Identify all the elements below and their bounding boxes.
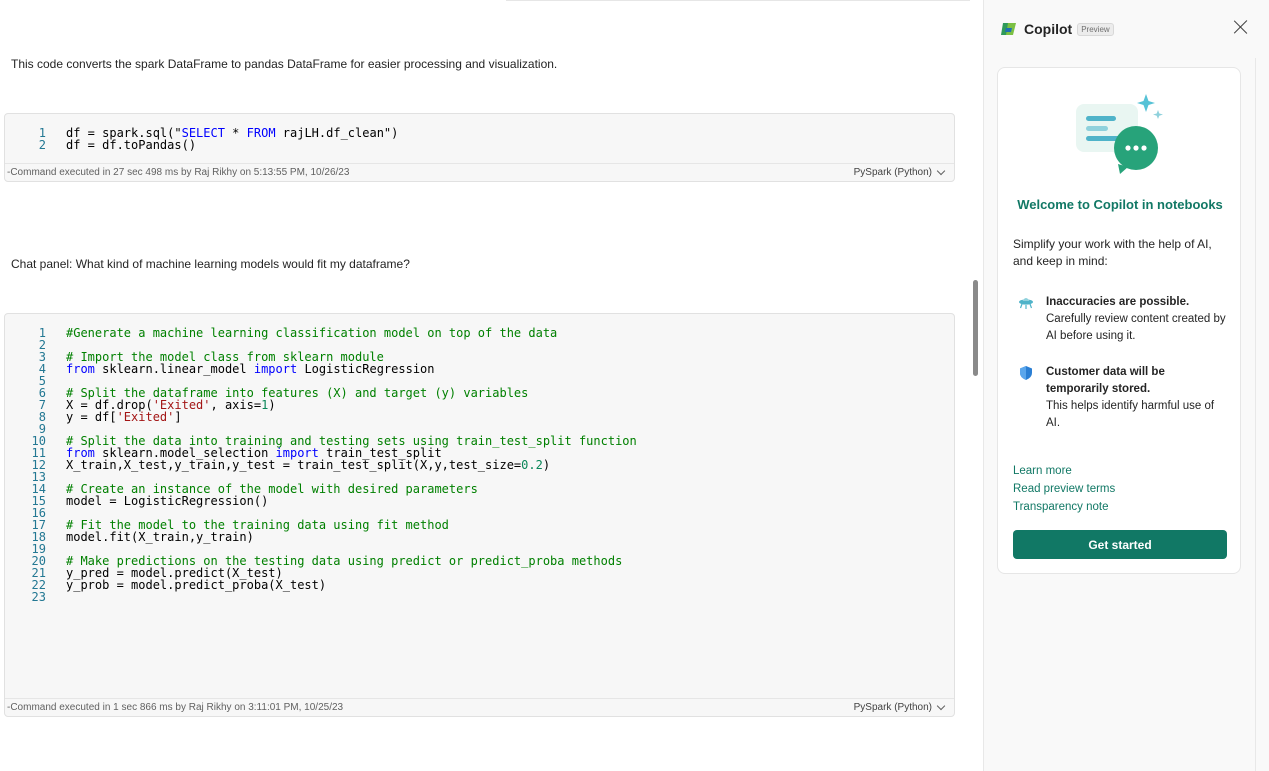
code-text: model.fit(X_train,y_train) <box>46 531 254 543</box>
code-editor-2[interactable]: 1 #Generate a machine learning classifica… <box>5 314 954 603</box>
transparency-note-link[interactable]: Transparency note <box>1013 498 1115 516</box>
code-token: , axis= <box>210 398 262 412</box>
language-label: PySpark (Python) <box>853 167 932 178</box>
language-label: PySpark (Python) <box>853 702 932 713</box>
preview-badge: Preview <box>1077 22 1114 36</box>
code-token: ) <box>268 398 276 412</box>
code-text: y_prob = model.predict_proba(X_test) <box>46 579 326 591</box>
line-number: 2 <box>38 138 46 152</box>
code-line[interactable]: 22 y_prob = model.predict_proba(X_test) <box>5 579 954 591</box>
code-editor-1[interactable]: 1 df = spark.sql("SELECT * FROM rajLH.df_… <box>5 114 954 151</box>
note-bold: Inaccuracies are possible. <box>1046 296 1190 308</box>
markdown-cell-1: This code converts the spark DataFrame t… <box>11 57 558 71</box>
code-text: #Generate a machine learning classificat… <box>46 327 557 339</box>
code-token: * <box>224 126 247 140</box>
copilot-logo-icon <box>1001 23 1016 35</box>
code-token: ) <box>542 458 551 472</box>
copilot-body: Welcome to Copilot in notebooks Simplify… <box>984 58 1256 771</box>
info-links: Learn more Read preview terms Transparen… <box>1013 462 1115 516</box>
code-text: from sklearn.linear_model import Logisti… <box>46 363 435 375</box>
code-line[interactable]: 8y = df['Exited'] <box>5 411 954 423</box>
code-token: model.fit(X_train,y_train) <box>66 530 254 544</box>
code-cell-2[interactable]: 1 #Generate a machine learning classifica… <box>4 313 955 717</box>
execution-status: -Command executed in 1 sec 866 ms by Raj… <box>7 702 344 713</box>
notebook-canvas: This code converts the spark DataFrame t… <box>0 0 970 771</box>
code-token: y_prob = model.predict_proba(X_test) <box>66 578 327 592</box>
cell-status-bar-1: -Command executed in 27 sec 498 ms by Ra… <box>5 163 954 181</box>
code-line[interactable]: 2 df = df.toPandas() <box>5 139 954 151</box>
line-number: 23 <box>31 590 46 604</box>
shield-icon <box>1020 366 1032 380</box>
code-cell-1[interactable]: 1 df = spark.sql("SELECT * FROM rajLH.df_… <box>4 113 955 182</box>
learn-more-link[interactable]: Learn more <box>1013 462 1115 480</box>
ufo-icon <box>1019 298 1033 309</box>
notebook-scrollbar[interactable] <box>970 0 983 771</box>
copilot-title: Copilot <box>1024 21 1073 37</box>
code-text: model = LogisticRegression() <box>46 495 268 507</box>
code-line[interactable]: 1 #Generate a machine learning classifica… <box>5 327 954 339</box>
welcome-card: Welcome to Copilot in notebooks Simplify… <box>997 67 1241 574</box>
close-icon[interactable] <box>1234 20 1248 34</box>
code-token: FROM <box>246 126 276 140</box>
code-token: import <box>253 362 298 376</box>
note-inaccuracies: Inaccuracies are possible. Carefully rev… <box>1018 294 1226 345</box>
code-text: y = df['Exited'] <box>46 411 182 423</box>
code-line[interactable]: 12 X_train,X_test,y_train,y_test = train_… <box>5 459 954 471</box>
note-body: Carefully review content created by AI b… <box>1046 313 1226 342</box>
code-line[interactable]: 18 model.fit(X_train,y_train) <box>5 531 954 543</box>
code-line[interactable]: 15 model = LogisticRegression() <box>5 495 954 507</box>
code-token: from <box>66 362 95 376</box>
note-customer-data: Customer data will be temporarily stored… <box>1018 364 1226 432</box>
code-token: y = df[ <box>66 410 117 424</box>
code-text: df = df.toPandas() <box>46 139 196 151</box>
code-token: #Generate a machine learning classificat… <box>66 326 558 340</box>
code-text: X_train,X_test,y_train,y_test = train_te… <box>46 459 550 471</box>
code-token: 0.2 <box>521 458 543 472</box>
code-token: ] <box>174 410 182 424</box>
code-token: 'Exited' <box>116 410 175 424</box>
code-token: df = df.toPandas() <box>66 138 197 152</box>
cell-status-bar-2: -Command executed in 1 sec 866 ms by Raj… <box>5 698 954 716</box>
copilot-header: Copilot Preview <box>984 0 1269 58</box>
code-token: model = LogisticRegression() <box>66 494 269 508</box>
preview-terms-link[interactable]: Read preview terms <box>1013 480 1115 498</box>
scrollbar-thumb[interactable] <box>973 280 978 376</box>
welcome-title: Welcome to Copilot in notebooks <box>1017 197 1223 212</box>
note-bold: Customer data will be temporarily stored… <box>1046 366 1165 395</box>
execution-status: -Command executed in 27 sec 498 ms by Ra… <box>7 167 350 178</box>
code-token: LogisticRegression <box>297 362 435 376</box>
code-token: sklearn.linear_model <box>94 362 254 376</box>
markdown-cell-2: Chat panel: What kind of machine learnin… <box>11 257 410 271</box>
chat-illustration-icon <box>1076 94 1163 174</box>
note-body: This helps identify harmful use of AI. <box>1046 400 1215 429</box>
code-token: rajLH.df_clean") <box>275 126 399 140</box>
code-line[interactable]: 4 from sklearn.linear_model import Logist… <box>5 363 954 375</box>
get-started-button[interactable]: Get started <box>1013 530 1227 559</box>
code-token: X_train,X_test,y_train,y_test = train_te… <box>66 458 522 472</box>
top-divider <box>506 0 970 1</box>
copilot-pane: Copilot Preview Welcome to Copilot in no… <box>983 0 1269 771</box>
language-selector[interactable]: PySpark (Python) <box>853 166 948 178</box>
welcome-subtitle: Simplify your work with the help of AI, … <box>1013 237 1212 268</box>
chevron-down-icon <box>936 701 946 711</box>
chevron-down-icon <box>936 166 946 176</box>
language-selector[interactable]: PySpark (Python) <box>853 701 948 713</box>
code-line[interactable]: 23 <box>5 591 954 603</box>
